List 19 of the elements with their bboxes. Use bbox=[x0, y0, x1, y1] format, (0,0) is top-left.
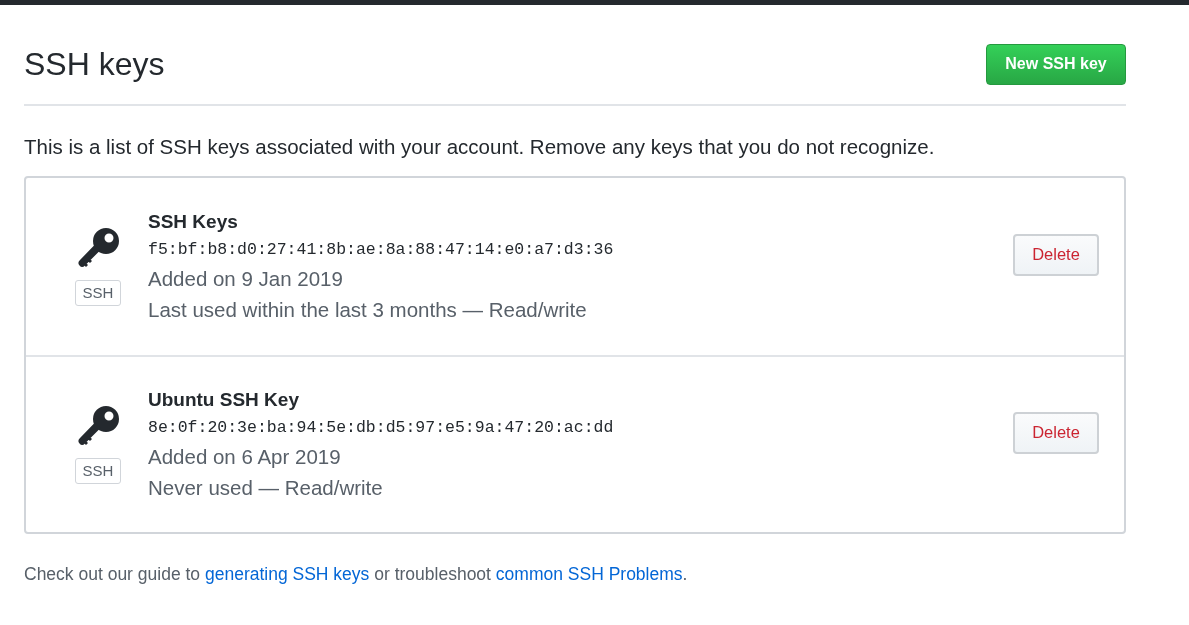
key-icon bbox=[76, 405, 120, 445]
added-date: Added on 6 Apr 2019 bbox=[148, 443, 342, 470]
key-fingerprint: 8e:0f:20:3e:ba:94:5e:db:d5:97:e5:9a:47:20:ac:dd bbox=[148, 416, 615, 439]
ssh-label: SSH bbox=[74, 280, 122, 306]
page-title: SSH keys bbox=[24, 45, 165, 84]
key-title: SSH Keys bbox=[148, 209, 239, 234]
help-link[interactable]: generating SSH keys bbox=[204, 564, 370, 584]
delete-button[interactable]: Delete bbox=[1013, 411, 1099, 454]
help-link[interactable]: common SSH Problems bbox=[495, 564, 683, 584]
description-text: This is a list of SSH keys associated with your account. Remove any keys that you do not recognize. bbox=[24, 134, 936, 160]
key-title: Ubuntu SSH Key bbox=[148, 387, 300, 412]
key-icon bbox=[76, 227, 120, 267]
key-fingerprint: f5:bf:b8:d0:27:41:8b:ae:8a:88:47:14:e0:a7:d3:36 bbox=[148, 238, 615, 261]
last-used-text: Never used — Read/write bbox=[148, 474, 384, 501]
help-text: Check out our guide to generating SSH keys or troubleshoot common SSH Problems. bbox=[24, 563, 689, 586]
delete-button[interactable]: Delete bbox=[1013, 233, 1099, 276]
ssh-label: SSH bbox=[74, 458, 122, 484]
added-date: Added on 9 Jan 2019 bbox=[148, 265, 344, 292]
last-used-text: Last used within the last 3 months — Read/write bbox=[148, 296, 588, 323]
